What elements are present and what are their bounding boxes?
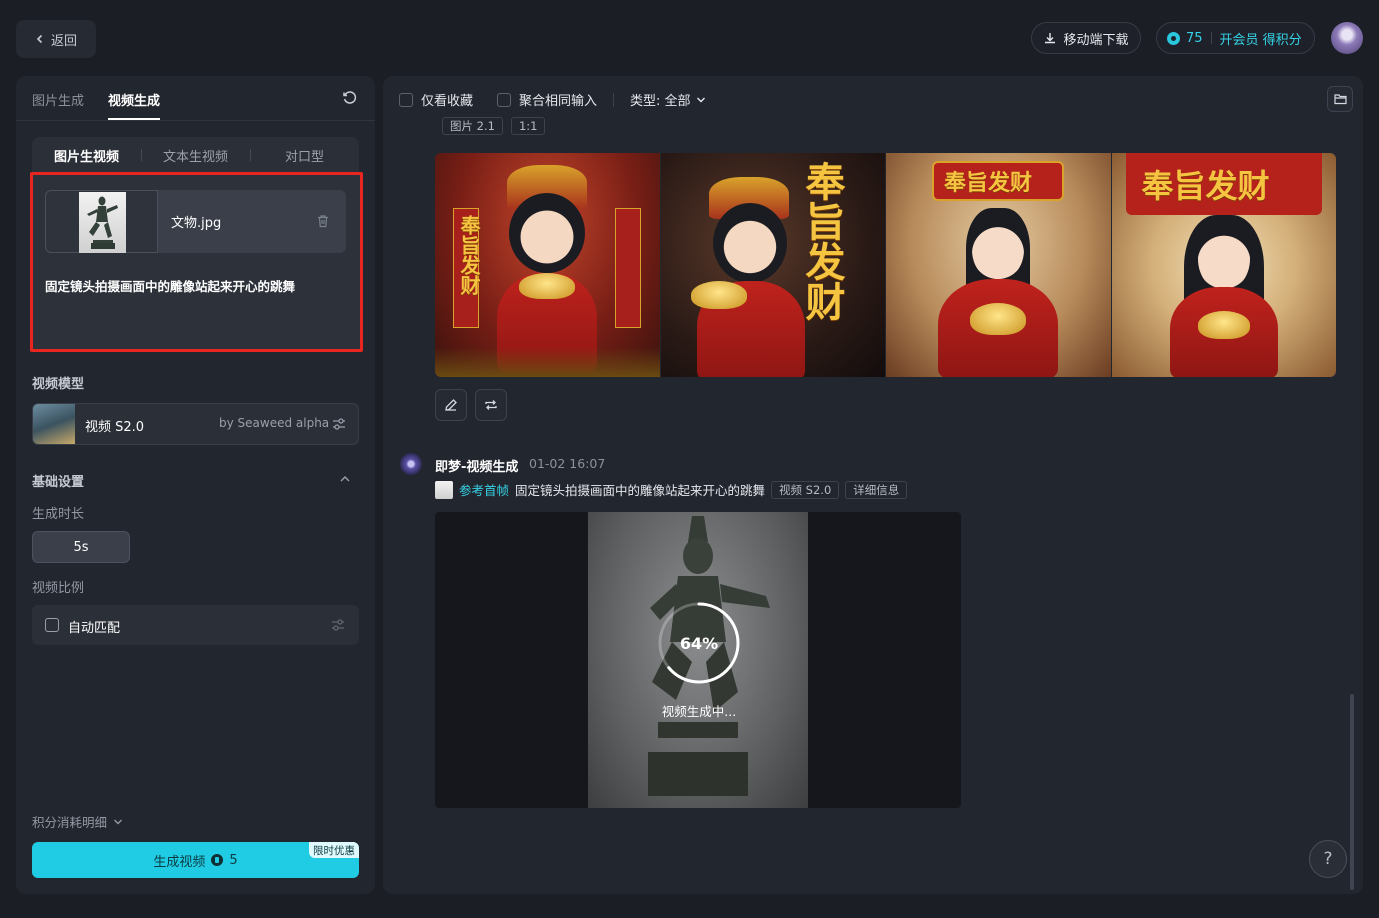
download-icon [1045,33,1056,44]
prompt-text[interactable]: 固定镜头拍摄画面中的雕像站起来开心的跳舞 [45,276,295,295]
tabs-divider [16,120,375,121]
image-ratio-chip: 1:1 [510,117,546,135]
generate-video-button[interactable]: 生成视频 5 限时优惠 [32,842,359,878]
image-caption: 奉旨发财 [798,161,846,321]
repeat-icon [485,400,497,410]
message-meta: 参考首帧 固定镜头拍摄画面中的雕像站起来开心的跳舞 视频 S2.0 详细信息 [435,480,908,499]
type-filter-label: 类型: 全部 [630,94,691,109]
tab-video-generation[interactable]: 视频生成 [108,90,160,109]
generated-image-row: 奉旨发财 奉旨发财 奉旨发财 奉旨发财 [435,153,1336,377]
merge-inputs-label[interactable]: 聚合相同输入 [519,90,597,109]
detail-info-chip[interactable]: 详细信息 [845,480,908,499]
filter-divider [613,92,615,107]
cost-detail-label: 积分消耗明细 [32,815,108,830]
reference-frame-thumbnail[interactable] [435,480,453,499]
duration-option-5s[interactable]: 5s [32,531,130,563]
generated-image-3[interactable]: 奉旨发财 [886,153,1111,377]
favorites-label[interactable]: 仅看收藏 [421,90,473,109]
model-name: 视频 S2.0 [85,420,145,435]
mode-lip-sync[interactable]: 对口型 [250,146,359,165]
message-time: 01-02 16:07 [529,456,606,471]
credit-coin-icon [1167,31,1180,45]
download-label: 移动端下载 [1063,32,1129,48]
basic-settings-label: 基础设置 [32,475,85,490]
aspect-ratio-icon [45,618,59,632]
scrollbar[interactable] [1350,694,1354,890]
video-preview[interactable]: 64% 视频生成中... [435,512,961,808]
image-model-chip: 图片 2.1 [442,117,503,135]
generated-image-2[interactable]: 奉旨发财 [660,153,885,377]
mode-image-to-video[interactable]: 图片生视频 [32,146,141,165]
favorites-checkbox[interactable] [399,92,413,107]
message-title: 即梦-视频生成 [435,460,519,475]
progress-status: 视频生成中... [661,704,737,719]
pencil-icon [445,399,457,411]
duration-label: 生成时长 [32,507,85,522]
back-button[interactable]: 返回 [16,20,96,58]
generated-image-1[interactable]: 奉旨发财 [435,153,660,377]
file-thumbnail [79,192,126,253]
pill-divider [1210,32,1212,44]
mobile-download-button[interactable]: 移动端下载 [1031,22,1141,54]
trash-icon[interactable] [316,214,330,228]
upload-area[interactable]: 文物.jpg 固定镜头拍摄画面中的雕像站起来开心的跳舞 [30,172,363,352]
image-group-tags: 图片 2.1 1:1 [442,117,546,135]
left-panel: 图片生成 视频生成 图片生视频 文本生视频 对口型 文物.jpg 固定镜头拍摄画… [16,76,375,894]
model-selector[interactable]: 视频 S2.0 by Seaweed alpha [32,403,359,445]
video-model-label: 视频模型 [32,377,85,392]
reference-frame-label: 参考首帧 [459,483,510,498]
promo-badge: 限时优惠 [309,842,359,858]
help-button[interactable]: ? [1309,840,1347,878]
ratio-label: 视频比例 [32,581,85,596]
folder-button[interactable] [1327,86,1353,112]
file-name: 文物.jpg [171,216,222,231]
chevron-up-icon[interactable] [339,474,351,484]
back-label: 返回 [50,33,77,49]
image-caption: 奉旨发财 [1141,167,1270,205]
type-filter-dropdown[interactable]: 类型: 全部 [630,90,706,109]
image-caption: 奉旨发财 [457,215,481,295]
image-caption: 奉旨发财 [944,170,1033,196]
file-thumbnail-frame [45,190,158,253]
model-thumbnail [33,404,75,444]
edit-button[interactable] [435,389,467,421]
folder-icon [1333,94,1347,105]
vip-credits-pill[interactable]: 75 开会员 得积分 [1156,22,1315,54]
ratio-value: 自动匹配 [68,621,121,636]
generate-label: 生成视频 [153,854,206,870]
vip-label: 开会员 得积分 [1219,32,1302,48]
mode-segmented-control: 图片生视频 文本生视频 对口型 [32,137,359,173]
chevron-left-icon [36,34,43,44]
results-panel: 仅看收藏 聚合相同输入 类型: 全部 图片 2.1 1:1 奉旨发财 奉旨发财 [383,76,1363,894]
tab-image-generation[interactable]: 图片生成 [32,90,84,109]
statue-thumbnail-icon [87,196,118,249]
generate-cost: 5 [229,852,238,868]
bot-avatar [400,453,422,475]
refresh-icon[interactable] [342,90,358,106]
credit-coin-icon [211,854,224,866]
progress-percent: 64% [679,633,719,653]
video-model-chip: 视频 S2.0 [771,480,840,499]
credit-count: 75 [1186,30,1203,46]
message-prompt: 固定镜头拍摄画面中的雕像站起来开心的跳舞 [515,483,766,498]
model-provider: by Seaweed alpha [219,416,330,430]
settings-sliders-icon[interactable] [332,417,346,431]
mode-text-to-video[interactable]: 文本生视频 [141,146,250,165]
cost-detail-toggle[interactable]: 积分消耗明细 [32,812,123,831]
regenerate-button[interactable] [475,389,507,421]
uploaded-file-card[interactable]: 文物.jpg [45,190,346,253]
ratio-selector[interactable]: 自动匹配 [32,605,359,645]
settings-sliders-icon[interactable] [331,618,345,632]
filter-bar: 仅看收藏 聚合相同输入 类型: 全部 [399,90,706,109]
chevron-down-icon [696,97,705,102]
chevron-down-icon [114,819,123,824]
generated-image-4[interactable]: 奉旨发财 [1111,153,1336,377]
merge-inputs-checkbox[interactable] [497,92,512,107]
user-avatar[interactable] [1331,22,1363,54]
